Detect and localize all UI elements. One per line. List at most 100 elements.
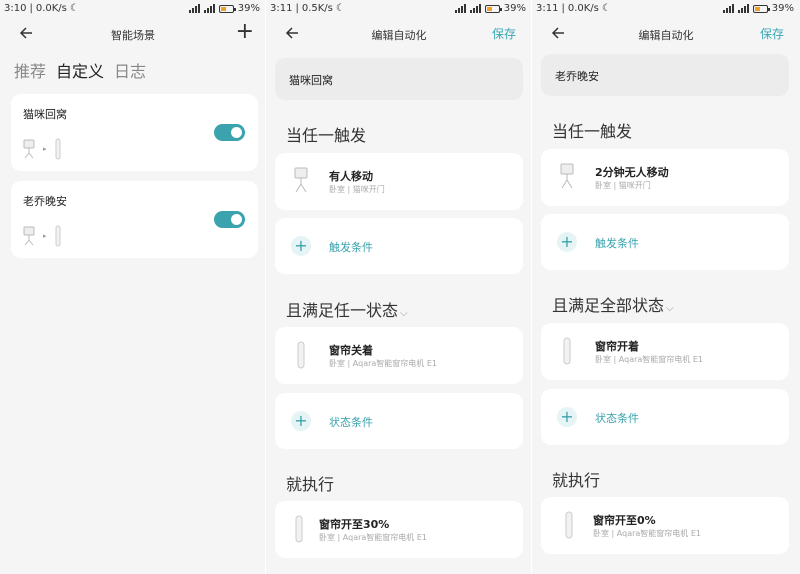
plus-icon: + — [291, 411, 311, 431]
tab-custom[interactable]: 自定义 — [56, 58, 104, 82]
add-trigger-label: 触发条件 — [329, 241, 373, 254]
status-speed: 0.0K/s — [35, 3, 67, 14]
status-bar: 3:11 | 0.0K/s ☾ 39% — [536, 3, 794, 14]
curtain-motor-icon — [55, 225, 61, 247]
signal-icon — [203, 4, 215, 13]
trigger-subtitle: 卧室 | 猫咪开门 — [329, 185, 385, 194]
scene-tabs: 推荐 自定义 日志 — [14, 58, 146, 82]
trigger-item[interactable]: 有人移动 卧室 | 猫咪开门 — [275, 153, 523, 210]
scene-devices: ▸ — [23, 138, 61, 160]
automation-name: 老乔晚安 — [555, 70, 599, 83]
motion-sensor-icon — [23, 226, 35, 246]
top-nav: 编辑自动化 保存 — [266, 20, 532, 48]
action-title: 窗帘开至30% — [319, 518, 390, 531]
battery-icon — [218, 4, 236, 13]
scene-toggle[interactable] — [214, 124, 245, 141]
moon-icon: ☾ — [69, 3, 79, 14]
save-button[interactable]: 保存 — [492, 25, 516, 42]
scene-toggle[interactable] — [214, 211, 245, 228]
curtain-motor-icon — [565, 511, 573, 539]
action-item[interactable]: 窗帘开至30% 卧室 | Aqara智能窗帘电机 E1 — [275, 501, 523, 558]
condition-subtitle: 卧室 | Aqara智能窗帘电机 E1 — [595, 355, 703, 364]
plus-icon: + — [557, 407, 577, 427]
motion-sensor-icon — [23, 139, 35, 159]
action-subtitle: 卧室 | Aqara智能窗帘电机 E1 — [593, 529, 701, 538]
add-trigger-button[interactable]: + 触发条件 — [541, 214, 789, 270]
status-time: 3:10 — [4, 3, 27, 14]
automation-name-field[interactable]: 老乔晚安 — [541, 54, 789, 96]
chevron-down-icon: ⌵ — [666, 303, 674, 314]
trigger-title: 2分钟无人移动 — [595, 166, 669, 179]
plus-icon: + — [291, 236, 311, 256]
moon-icon: ☾ — [601, 3, 611, 14]
status-speed: 0.0K/s — [567, 3, 599, 14]
signal-icon — [722, 4, 734, 13]
add-trigger-label: 触发条件 — [595, 237, 639, 250]
add-trigger-button[interactable]: + 触发条件 — [275, 218, 523, 274]
battery-icon — [752, 4, 770, 13]
condition-section-title[interactable]: 且满足任一状态 ⌵ — [286, 297, 408, 321]
status-bar: 3:10 | 0.0K/s ☾ 39% — [4, 3, 260, 14]
battery-level: 39% — [237, 3, 260, 14]
trigger-section-title: 当任一触发 — [286, 126, 367, 145]
tab-log[interactable]: 日志 — [114, 58, 146, 82]
motion-sensor-icon — [294, 167, 308, 193]
tab-recommend[interactable]: 推荐 — [14, 58, 46, 82]
trigger-title: 有人移动 — [329, 170, 373, 183]
status-bar: 3:11 | 0.5K/s ☾ 39% — [270, 3, 526, 14]
signal-icon — [737, 4, 749, 13]
trigger-section-title: 当任一触发 — [552, 122, 633, 141]
battery-level: 39% — [503, 3, 526, 14]
condition-item[interactable]: 窗帘开着 卧室 | Aqara智能窗帘电机 E1 — [541, 323, 789, 380]
automation-name: 猫咪回窝 — [289, 74, 333, 87]
add-condition-label: 状态条件 — [329, 416, 373, 429]
signal-icon — [188, 4, 200, 13]
scene-name: 老乔晚安 — [23, 195, 67, 208]
signal-icon — [469, 4, 481, 13]
action-section-title: 就执行 — [286, 475, 335, 494]
top-nav: 编辑自动化 保存 — [532, 20, 800, 48]
add-condition-label: 状态条件 — [595, 412, 639, 425]
edit-automation-screen: 3:11 | 0.0K/s ☾ 39% 编辑自动化 保存 老乔晚安 当任一触发 2分钟… — [532, 0, 800, 574]
action-section-title: 就执行 — [552, 471, 601, 490]
page-title: 智能场景 — [111, 29, 155, 42]
add-condition-button[interactable]: + 状态条件 — [541, 389, 789, 445]
condition-title: 窗帘关着 — [329, 344, 373, 357]
curtain-motor-icon — [297, 341, 305, 369]
add-condition-button[interactable]: + 状态条件 — [275, 393, 523, 449]
moon-icon: ☾ — [335, 3, 345, 14]
motion-sensor-icon — [560, 163, 574, 189]
status-time: 3:11 — [536, 3, 559, 14]
action-title: 窗帘开至0% — [593, 514, 656, 527]
scene-card[interactable]: 老乔晚安 ▸ — [11, 181, 258, 258]
smart-scenes-screen: 3:10 | 0.0K/s ☾ 39% 智能场景 + 推荐 自定义 日志 猫咪回窝 ▸… — [0, 0, 266, 574]
status-speed: 0.5K/s — [301, 3, 333, 14]
status-time: 3:11 — [270, 3, 293, 14]
curtain-motor-icon — [295, 515, 303, 543]
condition-section-title[interactable]: 且满足全部状态 ⌵ — [552, 292, 674, 316]
action-item[interactable]: 窗帘开至0% 卧室 | Aqara智能窗帘电机 E1 — [541, 497, 789, 554]
condition-title: 窗帘开着 — [595, 340, 639, 353]
top-nav: 智能场景 + — [0, 20, 266, 48]
condition-item[interactable]: 窗帘关着 卧室 | Aqara智能窗帘电机 E1 — [275, 327, 523, 384]
scene-name: 猫咪回窝 — [23, 108, 67, 121]
edit-automation-screen: 3:11 | 0.5K/s ☾ 39% 编辑自动化 保存 猫咪回窝 当任一触发 有人移… — [266, 0, 532, 574]
curtain-motor-icon — [55, 138, 61, 160]
condition-subtitle: 卧室 | Aqara智能窗帘电机 E1 — [329, 359, 437, 368]
scene-card[interactable]: 猫咪回窝 ▸ — [11, 94, 258, 171]
chevron-right-icon: ▸ — [43, 145, 47, 153]
plus-icon: + — [557, 232, 577, 252]
curtain-motor-icon — [563, 337, 571, 365]
automation-name-field[interactable]: 猫咪回窝 — [275, 58, 523, 100]
action-subtitle: 卧室 | Aqara智能窗帘电机 E1 — [319, 533, 427, 542]
add-scene-button[interactable]: + — [236, 21, 254, 43]
signal-icon — [454, 4, 466, 13]
battery-icon — [484, 4, 502, 13]
battery-level: 39% — [771, 3, 794, 14]
chevron-right-icon: ▸ — [43, 232, 47, 240]
chevron-down-icon: ⌵ — [400, 308, 408, 319]
scene-devices: ▸ — [23, 225, 61, 247]
trigger-subtitle: 卧室 | 猫咪开门 — [595, 181, 651, 190]
trigger-item[interactable]: 2分钟无人移动 卧室 | 猫咪开门 — [541, 149, 789, 206]
save-button[interactable]: 保存 — [760, 25, 784, 42]
